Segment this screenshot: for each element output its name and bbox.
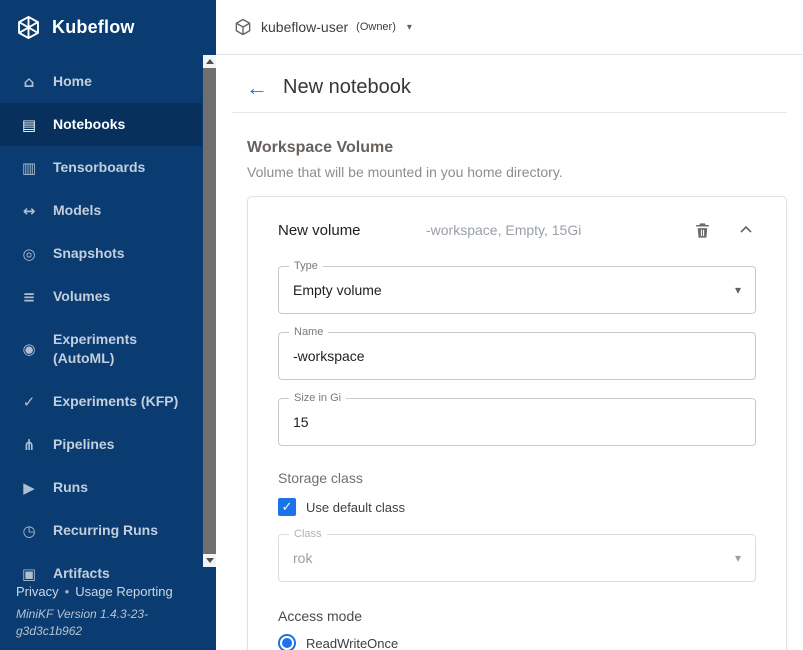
sidebar-item-runs[interactable]: ▶ Runs <box>0 466 202 509</box>
section-title: Workspace Volume <box>247 139 787 157</box>
sidebar-item-label: Notebooks <box>53 115 125 134</box>
footer-bullet: • <box>65 584 70 599</box>
models-icon: ↔ <box>18 202 40 220</box>
size-value: 15 <box>293 414 741 430</box>
radio-selected-icon <box>278 634 296 650</box>
sidebar-scrollbar[interactable] <box>203 55 216 567</box>
name-label: Name <box>289 326 328 339</box>
sidebar-item-label: Home <box>53 72 92 91</box>
collapse-panel-button[interactable] <box>736 220 756 240</box>
sidebar-item-recurring-runs[interactable]: ◷ Recurring Runs <box>0 509 202 552</box>
sidebar-item-label: Artifacts <box>53 564 110 583</box>
sidebar: Kubeflow ⌂ Home ▤ Notebooks ▥ Tensorboar… <box>0 0 216 650</box>
chevron-up-icon <box>736 220 756 240</box>
experiments-kfp-icon: ✓ <box>18 393 40 411</box>
page-header: ← New notebook <box>232 55 787 113</box>
sidebar-item-experiments-kfp[interactable]: ✓ Experiments (KFP) <box>0 380 202 423</box>
kubeflow-logo[interactable]: Kubeflow <box>0 0 216 55</box>
namespace-caret-icon: ▾ <box>407 22 412 33</box>
sidebar-item-home[interactable]: ⌂ Home <box>0 60 202 103</box>
storage-class-label: Storage class <box>278 470 756 486</box>
class-select: Class rok ▾ <box>278 534 756 582</box>
sidebar-item-snapshots[interactable]: ◎ Snapshots <box>0 232 202 275</box>
sidebar-item-label: Pipelines <box>53 435 114 454</box>
class-value: rok <box>293 550 735 566</box>
tensorboards-icon: ▥ <box>18 159 40 177</box>
sidebar-item-models[interactable]: ↔ Models <box>0 189 202 232</box>
checkbox-checked-icon: ✓ <box>278 498 296 516</box>
privacy-link[interactable]: Privacy <box>16 584 59 599</box>
section-subtitle: Volume that will be mounted in you home … <box>247 164 787 180</box>
namespace-name: kubeflow-user <box>261 19 348 35</box>
notebooks-icon: ▤ <box>18 116 40 134</box>
artifacts-icon: ▣ <box>18 565 40 583</box>
home-icon: ⌂ <box>18 73 40 91</box>
type-select[interactable]: Type Empty volume ▾ <box>278 266 756 314</box>
page-title: New notebook <box>283 76 411 99</box>
name-field[interactable]: Name -workspace <box>278 332 756 380</box>
sidebar-item-volumes[interactable]: ≡ Volumes <box>0 275 202 318</box>
delete-volume-button[interactable] <box>693 221 712 240</box>
type-label: Type <box>289 260 323 273</box>
namespace-owner: (Owner) <box>356 21 396 33</box>
sidebar-item-label: Experiments (AutoML) <box>53 330 198 368</box>
checkbox-label: Use default class <box>306 500 405 515</box>
content: ← New notebook Workspace Volume Volume t… <box>216 55 803 650</box>
snapshots-icon: ◎ <box>18 245 40 263</box>
runs-icon: ▶ <box>18 479 40 497</box>
size-field[interactable]: Size in Gi 15 <box>278 398 756 446</box>
sidebar-item-label: Tensorboards <box>53 158 145 177</box>
sidebar-nav: ⌂ Home ▤ Notebooks ▥ Tensorboards ↔ Mode… <box>0 60 216 595</box>
sidebar-item-label: Models <box>53 201 101 220</box>
name-value: -workspace <box>293 348 741 364</box>
kubeflow-logo-icon <box>15 14 42 41</box>
workspace-volume-card: New volume -workspace, Empty, 15Gi Type … <box>247 196 787 650</box>
sidebar-item-label: Volumes <box>53 287 110 306</box>
topbar: kubeflow-user (Owner) ▾ <box>216 0 803 55</box>
type-value: Empty volume <box>293 282 735 298</box>
use-default-class-checkbox[interactable]: ✓ Use default class <box>278 498 756 516</box>
logo-text: Kubeflow <box>52 17 135 38</box>
dropdown-arrow-icon: ▾ <box>735 283 741 297</box>
volume-card-summary: -workspace, Empty, 15Gi <box>426 222 669 238</box>
experiments-automl-icon: ◉ <box>18 340 40 358</box>
sidebar-item-pipelines[interactable]: ⋔ Pipelines <box>0 423 202 466</box>
sidebar-item-tensorboards[interactable]: ▥ Tensorboards <box>0 146 202 189</box>
dropdown-arrow-icon: ▾ <box>735 551 741 565</box>
sidebar-item-notebooks[interactable]: ▤ Notebooks <box>0 103 202 146</box>
volume-card-title: New volume <box>278 222 426 239</box>
volumes-icon: ≡ <box>18 288 40 306</box>
sidebar-footer: Privacy • Usage Reporting MiniKF Version 1… <box>16 584 200 640</box>
sidebar-item-label: Snapshots <box>53 244 125 263</box>
scroll-down-arrow-icon[interactable] <box>203 554 216 567</box>
radio-readwriteonce[interactable]: ReadWriteOnce <box>278 634 756 650</box>
namespace-cube-icon <box>233 17 253 37</box>
sidebar-item-label: Experiments (KFP) <box>53 392 178 411</box>
trash-icon <box>693 221 712 240</box>
recurring-runs-icon: ◷ <box>18 522 40 540</box>
back-button[interactable]: ← <box>246 77 268 99</box>
sidebar-item-experiments-automl[interactable]: ◉ Experiments (AutoML) <box>0 318 202 380</box>
scroll-up-arrow-icon[interactable] <box>203 55 216 68</box>
sidebar-item-label: Recurring Runs <box>53 521 158 540</box>
namespace-selector[interactable]: kubeflow-user (Owner) ▾ <box>233 17 412 37</box>
volume-card-header: New volume -workspace, Empty, 15Gi <box>278 220 756 240</box>
main-area: kubeflow-user (Owner) ▾ ← New notebook W… <box>216 0 803 650</box>
usage-reporting-link[interactable]: Usage Reporting <box>75 584 173 599</box>
scrollbar-thumb[interactable] <box>203 68 216 554</box>
access-mode-label: Access mode <box>278 608 756 624</box>
workspace-volume-section: Workspace Volume Volume that will be mou… <box>247 139 787 180</box>
radio-label: ReadWriteOnce <box>306 636 398 650</box>
sidebar-item-label: Runs <box>53 478 88 497</box>
size-label: Size in Gi <box>289 392 346 405</box>
class-label: Class <box>289 528 327 541</box>
version-text: MiniKF Version 1.4.3-23- g3d3c1b962 <box>16 606 200 640</box>
pipelines-icon: ⋔ <box>18 436 40 454</box>
